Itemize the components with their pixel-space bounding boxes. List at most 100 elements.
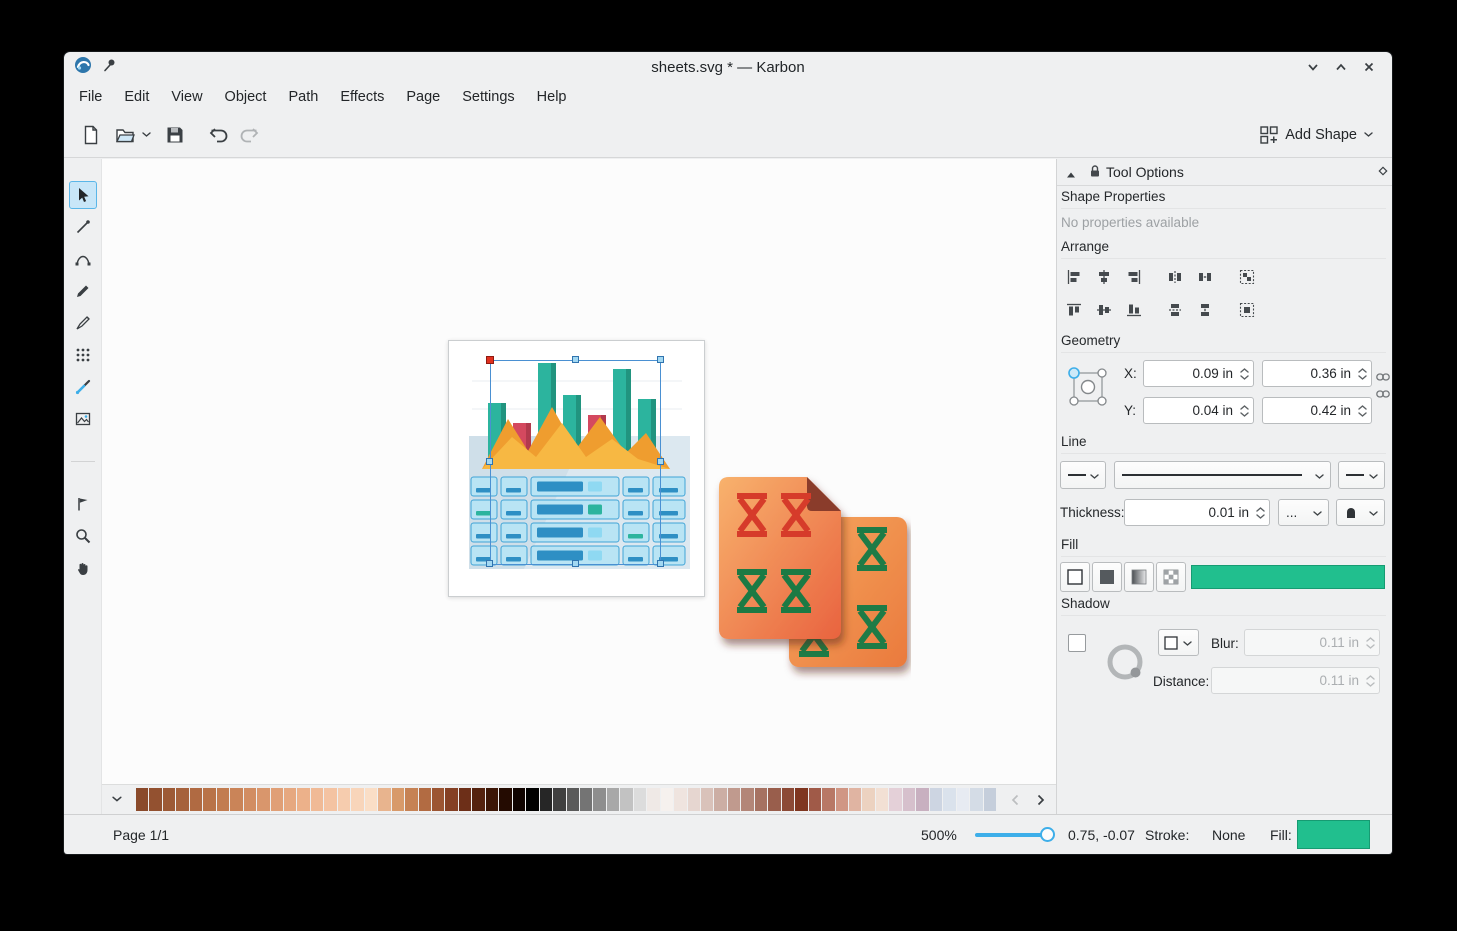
flag-tool-button[interactable] [69,490,97,518]
align-right-button[interactable] [1121,264,1147,290]
palette-swatch[interactable] [714,788,726,811]
palette-swatch[interactable] [365,788,377,811]
selection-handle-s[interactable] [572,560,579,567]
palette-swatch[interactable] [324,788,336,811]
fill-none-button[interactable] [1060,562,1090,592]
palette-swatch[interactable] [943,788,955,811]
menu-page[interactable]: Page [395,85,451,109]
width-spinbox[interactable]: 0.36 in [1262,360,1372,387]
palette-swatch[interactable] [580,788,592,811]
line-end-marker-combobox[interactable] [1338,461,1385,489]
stroke-value[interactable]: None [1212,815,1245,854]
palette-swatch[interactable] [822,788,834,811]
palette-swatch[interactable] [392,788,404,811]
line-style-combobox[interactable] [1114,461,1331,489]
palette-swatch[interactable] [378,788,390,811]
miter-limit-combobox[interactable]: ... [1278,499,1329,526]
window-shade-button[interactable] [1304,58,1322,76]
palette-swatch[interactable] [930,788,942,811]
menu-settings[interactable]: Settings [451,85,525,109]
pen-tool-button[interactable] [69,213,97,241]
titlebar[interactable]: sheets.svg * — Karbon [64,52,1392,82]
palette-swatch[interactable] [862,788,874,811]
collapse-panel-button[interactable] [1066,167,1076,182]
palette-swatch[interactable] [230,788,242,811]
thickness-spinbox[interactable]: 0.01 in [1124,499,1270,526]
ungroup-objects-button[interactable] [1234,297,1260,323]
selection-handle-sw[interactable] [486,560,493,567]
zoom-slider-handle[interactable] [1040,827,1055,842]
palette-swatch[interactable] [351,788,363,811]
curve-tool-button[interactable] [69,245,97,273]
line-cap-combobox[interactable] [1336,499,1385,526]
palette-swatch[interactable] [486,788,498,811]
position-anchor-widget[interactable] [1063,362,1113,415]
palette-swatch[interactable] [472,788,484,811]
palette-swatch[interactable] [297,788,309,811]
pan-tool-button[interactable] [69,554,97,582]
palette-swatch[interactable] [889,788,901,811]
open-document-button[interactable] [110,120,140,150]
keep-aspect-ratio-icon[interactable] [1376,371,1390,386]
palette-scroll-left-button[interactable] [1002,787,1028,813]
canvas[interactable] [101,159,1056,814]
palette-swatch[interactable] [620,788,632,811]
palette-swatch[interactable] [459,788,471,811]
zoom-slider-track[interactable] [975,833,1047,837]
height-spinbox[interactable]: 0.42 in [1262,397,1372,424]
undo-button[interactable] [204,120,234,150]
palette-swatch[interactable] [203,788,215,811]
palette-swatch[interactable] [284,788,296,811]
palette-swatch[interactable] [984,788,996,811]
redo-button[interactable] [234,120,264,150]
palette-swatch[interactable] [741,788,753,811]
calligraphy-tool-button[interactable] [69,309,97,337]
palette-swatch[interactable] [526,788,538,811]
distribute-h-center-button[interactable] [1192,264,1218,290]
keep-aspect-ratio-icon-2[interactable] [1376,388,1390,403]
palette-swatch[interactable] [836,788,848,811]
selection-handle-nw[interactable] [486,356,494,364]
zoom-tool-button[interactable] [69,522,97,550]
palette-swatch[interactable] [257,788,269,811]
palette-swatch[interactable] [876,788,888,811]
x-position-spinbox[interactable]: 0.09 in [1143,360,1254,387]
palette-swatch[interactable] [661,788,673,811]
palette-swatch[interactable] [567,788,579,811]
fill-color-bar[interactable] [1191,565,1385,589]
distribute-h-left-button[interactable] [1162,264,1188,290]
zoom-percentage[interactable]: 500% [921,815,957,854]
palette-swatch[interactable] [634,788,646,811]
menu-edit[interactable]: Edit [113,85,160,109]
palette-swatch[interactable] [957,788,969,811]
save-button[interactable] [160,120,190,150]
palette-scroll-right-button[interactable] [1028,787,1054,813]
palette-swatch[interactable] [849,788,861,811]
group-objects-button[interactable] [1234,264,1260,290]
palette-swatch[interactable] [217,788,229,811]
palette-swatch[interactable] [593,788,605,811]
palette-swatch[interactable] [728,788,740,811]
selection-handle-e[interactable] [657,458,664,465]
menu-help[interactable]: Help [526,85,578,109]
shadow-angle-dial[interactable] [1103,640,1147,687]
palette-swatch[interactable] [499,788,511,811]
palette-swatch[interactable] [136,788,148,811]
palette-swatch[interactable] [607,788,619,811]
line-start-marker-combobox[interactable] [1060,461,1106,489]
pencil-tool-button[interactable] [69,277,97,305]
palette-swatch[interactable] [755,788,767,811]
palette-menu-button[interactable] [104,787,130,813]
window-close-button[interactable] [1360,58,1378,76]
palette-swatch[interactable] [176,788,188,811]
palette-swatch[interactable] [271,788,283,811]
selection-handle-ne[interactable] [657,356,664,363]
distribute-v-top-button[interactable] [1162,297,1188,323]
open-recent-chevron[interactable] [140,120,154,150]
align-vcenter-button[interactable] [1091,297,1117,323]
menu-path[interactable]: Path [277,85,329,109]
palette-swatch[interactable] [809,788,821,811]
shadow-enable-checkbox[interactable] [1068,634,1086,652]
lock-panel-icon[interactable] [1088,164,1102,181]
menu-object[interactable]: Object [214,85,278,109]
